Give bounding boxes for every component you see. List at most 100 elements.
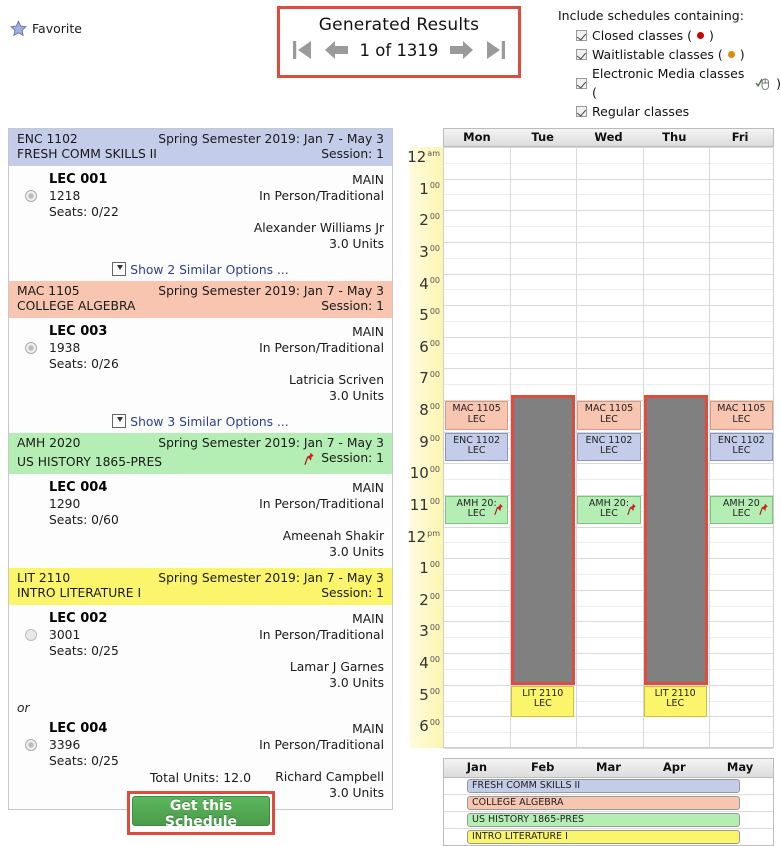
section-units: 3.0 Units xyxy=(329,785,384,800)
semester-course-bar[interactable]: COLLEGE ALGEBRA xyxy=(467,796,741,810)
grid-half-hour-line xyxy=(444,668,773,670)
course-code: AMH 2020 xyxy=(17,436,81,450)
calendar-day-mon: Mon xyxy=(463,130,491,144)
section-row[interactable]: LEC 004 1290 Seats: 0/60 MAIN In Person/… xyxy=(9,473,392,568)
course-title: FRESH COMM SKILLS II xyxy=(17,147,157,161)
section-instructor: Latricia Scriven xyxy=(289,373,384,387)
grid-half-hour-line xyxy=(444,637,773,639)
time-label: 600 xyxy=(419,717,440,736)
event-code: LIT 2110 xyxy=(522,687,564,699)
course-code: MAC 1105 xyxy=(17,284,80,298)
section-units: 3.0 Units xyxy=(329,237,384,251)
grid-hour-line xyxy=(444,241,773,243)
section-campus: MAIN xyxy=(352,173,384,187)
calendar-event-block[interactable]: ENC 1102 LEC xyxy=(709,432,773,462)
calendar-event-block[interactable]: MAC 1105 LEC xyxy=(577,401,641,430)
semester-course-bar[interactable]: US HISTORY 1865-PRES xyxy=(467,813,741,827)
calendar-event-block[interactable]: AMH 20 LEC xyxy=(709,495,773,525)
calendar-event-block[interactable]: MAC 1105 LEC xyxy=(445,401,509,430)
next-arrow-icon[interactable] xyxy=(448,38,475,62)
calendar-time-axis: 12am 100 200 300 400 500 600 700 800 900 1000 1100 1… xyxy=(407,147,444,748)
mouse-check-icon xyxy=(755,74,771,93)
time-label: 100 xyxy=(419,559,440,578)
or-separator: or xyxy=(9,698,392,715)
course-title: INTRO LITERATURE I xyxy=(17,585,142,600)
section-crn: 3396 xyxy=(49,737,81,752)
orange-dot-icon xyxy=(727,51,735,58)
event-code: AMH 20: xyxy=(588,497,630,509)
section-row[interactable]: LEC 001 1218 Seats: 0/22 MAIN In Person/… xyxy=(9,166,392,260)
first-page-icon[interactable] xyxy=(292,38,313,62)
calendar-day-thu: Thu xyxy=(662,130,687,144)
waitlistable-classes-label: Waitlistable classes ( xyxy=(592,47,723,62)
previous-arrow-icon[interactable] xyxy=(323,38,350,62)
grid-half-hour-line xyxy=(444,352,773,354)
last-page-icon[interactable] xyxy=(485,38,506,62)
semester-month-may: May xyxy=(726,760,754,774)
favorite-control[interactable]: Favorite xyxy=(10,20,82,37)
checkbox-regular-classes[interactable]: Regular classes xyxy=(576,102,781,121)
course-header-enc-1102: ENC 1102 Spring Semester 2019: Jan 7 - M… xyxy=(9,129,392,166)
grid-half-hour-line xyxy=(444,605,773,607)
show-similar-link[interactable]: Show 2 Similar Options ... xyxy=(130,263,288,277)
course-header-mac-1105: MAC 1105 Spring Semester 2019: Jan 7 - M… xyxy=(9,281,392,318)
semester-course-bar[interactable]: INTRO LITERATURE I xyxy=(467,830,741,844)
grid-hour-line xyxy=(444,463,773,465)
grid-hour-line xyxy=(444,684,773,686)
grid-half-hour-line xyxy=(444,194,773,196)
show-similar-options-enc-1102[interactable]: Show 2 Similar Options ... xyxy=(9,260,392,281)
calendar-event-block[interactable]: AMH 20: LEC xyxy=(577,495,641,525)
checkbox-icon[interactable] xyxy=(576,77,587,89)
event-code: MAC 1105 xyxy=(584,403,634,415)
schedule-generator-page: Favorite Generated Results 1 of 1319 Inc… xyxy=(0,0,781,846)
grid-hour-line xyxy=(444,273,773,275)
calendar-event-block[interactable]: MAC 1105 LEC xyxy=(709,401,773,430)
show-similar-link[interactable]: Show 3 Similar Options ... xyxy=(130,415,288,429)
calendar-day-wed: Wed xyxy=(594,130,623,144)
section-crn: 1938 xyxy=(49,341,81,355)
section-radio[interactable] xyxy=(25,342,37,354)
semester-row: FRESH COMM SKILLS II xyxy=(444,778,773,795)
calendar-event-block[interactable]: AMH 20: LEC xyxy=(445,495,509,525)
calendar-event-block[interactable]: ENC 1102 LEC xyxy=(445,432,509,462)
event-type: LEC xyxy=(467,445,486,457)
event-type: LEC xyxy=(666,698,685,710)
checkbox-icon[interactable] xyxy=(576,49,587,60)
calendar-event-block[interactable]: LIT 2110 LEC xyxy=(511,685,575,718)
grid-half-hour-line xyxy=(444,574,773,576)
section-radio[interactable] xyxy=(25,738,37,751)
section-radio[interactable] xyxy=(25,628,37,641)
checkbox-icon[interactable] xyxy=(576,30,587,41)
event-code: ENC 1102 xyxy=(717,434,765,446)
grid-half-hour-line xyxy=(444,384,773,386)
generated-results-panel: Generated Results 1 of 1319 xyxy=(277,6,521,78)
section-radio[interactable] xyxy=(25,190,37,202)
time-label: 700 xyxy=(419,369,440,388)
time-label: 500 xyxy=(419,306,440,325)
get-this-schedule-button[interactable]: Get this Schedule xyxy=(132,796,270,830)
grid-hour-line xyxy=(444,526,773,528)
pin-icon xyxy=(494,503,504,516)
semester-course-bar[interactable]: FRESH COMM SKILLS II xyxy=(467,779,741,793)
time-label: 200 xyxy=(419,211,440,230)
event-code: ENC 1102 xyxy=(453,434,501,446)
checkbox-waitlistable-classes[interactable]: Waitlistable classes () xyxy=(576,45,781,64)
section-lec: LEC 001 xyxy=(49,172,108,187)
time-label: 1100 xyxy=(409,495,440,514)
show-similar-options-mac-1105[interactable]: Show 3 Similar Options ... xyxy=(9,412,392,433)
checkbox-icon[interactable] xyxy=(576,106,587,117)
expand-down-icon xyxy=(112,414,127,428)
checkbox-closed-classes[interactable]: Closed classes () xyxy=(576,26,781,45)
blocked-time-region xyxy=(511,395,576,685)
calendar-event-block[interactable]: LIT 2110 LEC xyxy=(643,685,707,718)
expand-down-icon xyxy=(112,262,127,276)
section-row[interactable]: LEC 002 3001 Seats: 0/25 MAIN In Person/… xyxy=(9,604,392,699)
section-mode: In Person/Traditional xyxy=(259,627,384,642)
semester-row: INTRO LITERATURE I xyxy=(444,829,773,845)
grid-hour-line xyxy=(444,589,773,591)
section-row[interactable]: LEC 003 1938 Seats: 0/26 MAIN In Person/… xyxy=(9,318,392,412)
checkbox-electronic-media-classes[interactable]: Electronic Media classes ( ) xyxy=(576,64,781,102)
section-instructor: Ameenah Shakir xyxy=(282,528,384,543)
blocked-time-region xyxy=(643,395,708,685)
calendar-event-block[interactable]: ENC 1102 LEC xyxy=(577,432,641,462)
